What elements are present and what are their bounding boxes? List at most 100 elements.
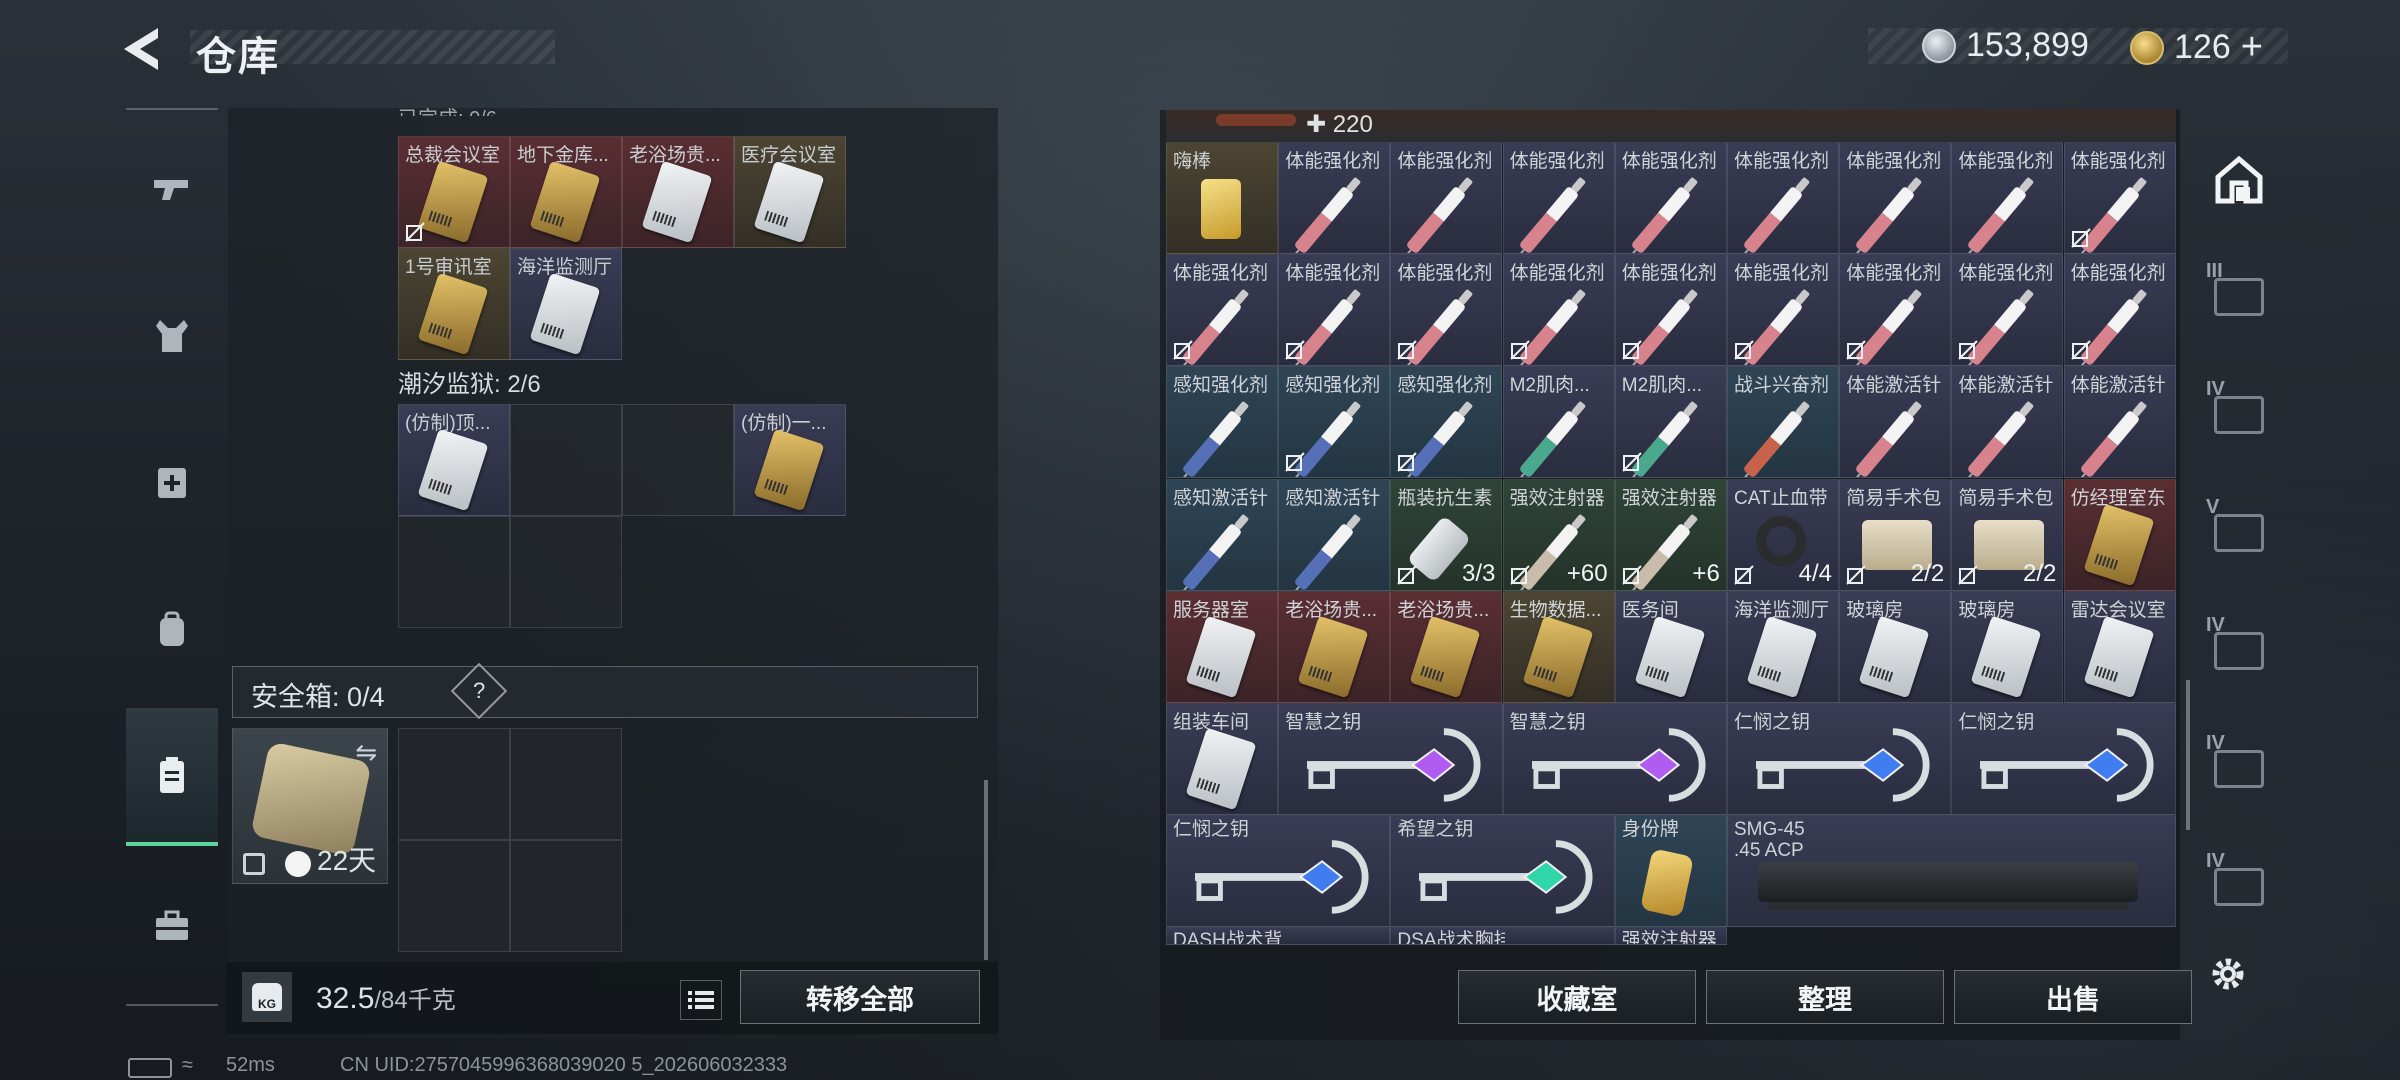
inventory-item[interactable]: 医务间 [1614,590,1727,703]
weapon-item[interactable]: SMG-45 .45 ACP [1727,815,2176,928]
key-item[interactable]: 仁悯之钥 [1951,703,2176,815]
currency-gold[interactable]: 126 + [2130,26,2263,69]
keycard-slot[interactable]: (仿制)顶... [398,404,510,516]
inventory-item[interactable]: 体能强化剂 [2063,254,2176,367]
key-item[interactable]: 智慧之钥 [1278,703,1503,815]
inventory-item[interactable]: 体能激活针 [2063,366,2176,479]
inventory-item[interactable]: 简易手术包 2/2 [1839,478,1952,591]
inventory-item[interactable]: 服务器室 [1166,590,1278,703]
inventory-item[interactable]: 玻璃房 [1839,590,1952,703]
inventory-item[interactable]: DASH战术背包 [1166,927,1391,946]
nav-weapons[interactable] [126,140,218,236]
safebox-slot[interactable] [398,840,510,952]
inventory-item[interactable]: 瓶装抗生素 3/3 [1390,478,1503,591]
keycard-slot[interactable] [510,404,622,516]
inventory-item[interactable]: 身份牌 [1614,815,1727,928]
nav-backpack[interactable] [126,582,218,678]
inventory-item[interactable]: 体能强化剂 [1502,142,1615,254]
nav-container[interactable] [126,708,218,846]
back-button[interactable] [118,26,168,72]
key-item[interactable]: 智慧之钥 [1502,703,1727,815]
sort-button[interactable]: 整理 [1706,970,1944,1024]
storage-tab-4[interactable]: V [2196,484,2282,584]
right-scrollbar[interactable] [2186,680,2190,830]
inventory-item[interactable]: 生物数据... [1502,590,1615,703]
inventory-item[interactable]: 体能强化剂 [1278,254,1391,367]
storage-tab-7[interactable]: IV [2196,838,2282,938]
inventory-item[interactable]: 体能强化剂 [1614,254,1727,367]
keycard-slot[interactable]: 地下金库... [510,136,622,248]
inventory-item[interactable]: 体能激活针 [1839,366,1952,479]
inventory-item[interactable]: 体能强化剂 [2063,142,2176,254]
inventory-item[interactable]: 老浴场贵... [1278,590,1391,703]
inventory-item[interactable]: 体能强化剂 [1390,142,1503,254]
storage-tab-2[interactable]: III [2196,248,2282,348]
inventory-item[interactable]: 玻璃房 [1951,590,2064,703]
inventory-item[interactable]: 体能强化剂 [1839,142,1952,254]
keycard-slot[interactable]: 海洋监测厅 [510,248,622,360]
collection-room-button[interactable]: 收藏室 [1458,970,1696,1024]
inventory-item[interactable]: 仿经理室东 [2063,478,2176,591]
left-scrollbar[interactable] [984,780,988,960]
keycard-slot[interactable] [398,516,510,628]
keycard-slot[interactable]: 医疗会议室 [734,136,846,248]
storage-tab-6[interactable]: IV [2196,720,2282,820]
inventory-item[interactable]: 强效注射器 +60 [1502,478,1615,591]
inventory-item[interactable]: 感知强化剂 [1390,366,1503,479]
keycard-slot[interactable]: (仿制)一... [734,404,846,516]
inventory-item[interactable]: 体能强化剂 [1390,254,1503,367]
inventory-item[interactable]: DSA战术胸挂 [1390,927,1615,946]
safebox-item[interactable]: ⇋ 22天 [232,728,388,884]
list-view-button[interactable] [680,980,722,1020]
key-item[interactable]: 仁悯之钥 [1166,815,1391,928]
inventory-item[interactable]: 体能强化剂 [1951,254,2064,367]
inventory-item[interactable]: 体能强化剂 [1839,254,1952,367]
nav-toolbox[interactable] [126,878,218,974]
inventory-item[interactable]: 简易手术包 2/2 [1951,478,2064,591]
storage-main-tab[interactable] [2196,130,2282,230]
storage-tier-label: IV [2206,378,2225,400]
inventory-item[interactable]: 海洋监测厅 [1727,590,1839,703]
inventory-item[interactable]: 体能强化剂 [1727,142,1839,254]
safebox-help-button[interactable]: ? [443,662,508,720]
sell-button[interactable]: 出售 [1954,970,2192,1024]
keycard-slot[interactable] [622,404,734,516]
keycard-slot[interactable]: 老浴场贵... [622,136,734,248]
inventory-item[interactable]: 组装车间 [1166,703,1279,815]
inventory-item[interactable]: 战斗兴奋剂 [1727,366,1839,479]
inventory-item[interactable]: 感知强化剂 [1278,366,1391,479]
inventory-item[interactable]: 体能强化剂 [1166,254,1278,367]
settings-button[interactable] [2206,952,2260,1006]
safebox-slot[interactable] [510,840,622,952]
inventory-item[interactable]: 强效注射器 [1614,927,1727,946]
inventory-item[interactable]: 体能强化剂 [1951,142,2064,254]
transfer-all-button[interactable]: 转移全部 [740,970,980,1024]
safebox-slot[interactable] [510,728,622,840]
keycard-slot[interactable] [510,516,622,628]
inventory-item[interactable]: 体能强化剂 [1502,254,1615,367]
inventory-item[interactable]: 体能激活针 [1951,366,2064,479]
inventory-item[interactable]: 雷达会议室 [2063,590,2176,703]
inventory-item[interactable]: 强效注射器 +6 [1614,478,1727,591]
keycard-slot[interactable]: 1号审讯室 [398,248,510,360]
add-currency-icon[interactable]: + [2241,26,2263,69]
inventory-item[interactable]: 体能强化剂 [1614,142,1727,254]
inventory-item[interactable]: 感知激活针 [1166,478,1278,591]
inventory-item[interactable]: 体能强化剂 [1278,142,1391,254]
inventory-item[interactable]: 嗨棒 [1166,142,1278,254]
inventory-item[interactable]: 感知激活针 [1278,478,1391,591]
nav-armor[interactable] [126,288,218,384]
storage-tab-5[interactable]: IV [2196,602,2282,702]
inventory-item[interactable]: 感知强化剂 [1166,366,1278,479]
inventory-item[interactable]: M2肌肉... [1502,366,1615,479]
inventory-item[interactable]: CAT止血带 4/4 [1727,478,1839,591]
key-item[interactable]: 仁悯之钥 [1727,703,1952,815]
nav-medical[interactable] [126,434,218,530]
safebox-slot[interactable] [398,728,510,840]
inventory-item[interactable]: M2肌肉... [1614,366,1727,479]
key-item[interactable]: 希望之钥 [1390,815,1615,928]
storage-tab-3[interactable]: IV [2196,366,2282,466]
inventory-item[interactable]: 老浴场贵... [1390,590,1503,703]
keycard-slot[interactable]: 总裁会议室 [398,136,510,248]
inventory-item[interactable]: 体能强化剂 [1727,254,1839,367]
